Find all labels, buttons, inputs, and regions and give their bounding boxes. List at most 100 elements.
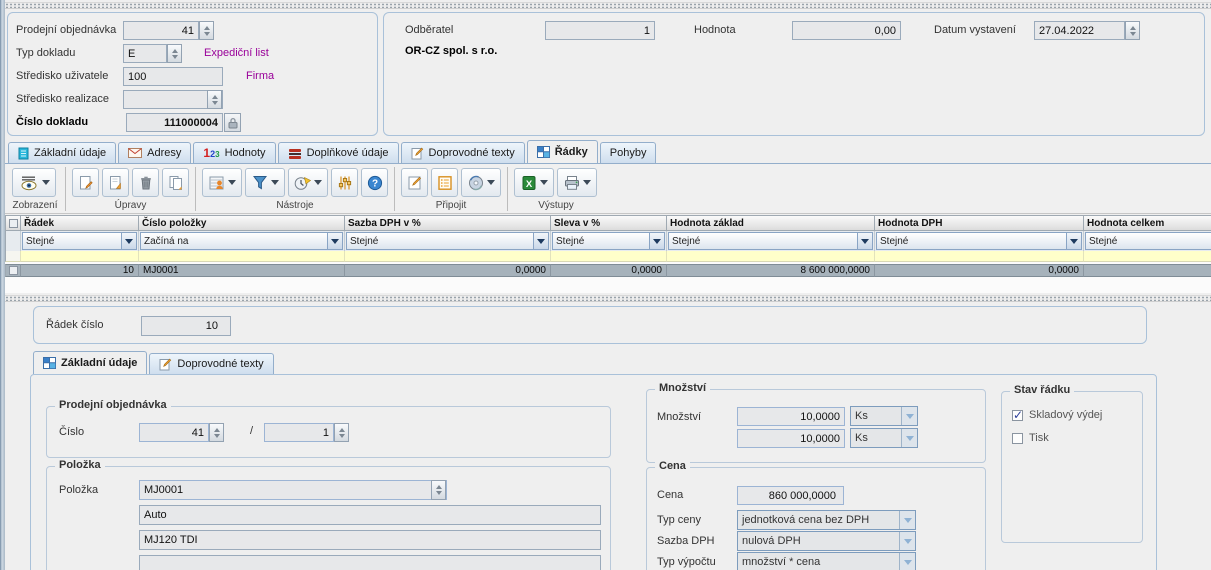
edit-record-button[interactable] <box>102 168 129 197</box>
quantity-field-2[interactable]: 10,0000 <box>737 429 845 448</box>
filter-combo-radek[interactable]: Stejné <box>22 232 137 250</box>
stock-issue-checkbox[interactable] <box>1012 410 1023 421</box>
item-code-spinner[interactable] <box>431 480 446 500</box>
attach-note-button[interactable] <box>401 168 428 197</box>
copy-icon <box>168 175 184 191</box>
cell-sazba-dph[interactable]: 0,0000 <box>345 264 551 277</box>
tab-radky[interactable]: Řádky <box>527 140 598 163</box>
customer-field[interactable]: 1 <box>545 21 655 40</box>
select-all-checkbox[interactable] <box>9 219 18 228</box>
tab-doprovodne-texty[interactable]: Doprovodné texty <box>401 142 525 163</box>
issue-date-spinner[interactable] <box>1125 21 1140 40</box>
stock-issue-checkbox-row[interactable]: Skladový výdej <box>1012 409 1102 421</box>
order-number-spinner[interactable] <box>199 21 214 40</box>
vat-rate-combo[interactable]: nulová DPH <box>737 531 916 551</box>
unit-combo-2[interactable]: Ks <box>850 428 918 448</box>
cell-sleva[interactable]: 0,0000 <box>551 264 667 277</box>
filter-combo-hodnota-zaklad[interactable]: Stejné <box>668 232 873 250</box>
cell-cislo-polozky[interactable]: MJ0001 <box>139 264 345 277</box>
middle-splitter-handle[interactable] <box>5 295 1211 302</box>
order-number-field[interactable]: 41 <box>123 21 199 40</box>
filter-combo-sazba-dph[interactable]: Stejné <box>346 232 549 250</box>
export-excel-button[interactable]: X <box>514 168 554 197</box>
help-button[interactable]: ? <box>361 168 388 197</box>
order-number-detail-spinner[interactable] <box>209 423 224 442</box>
issue-date-field[interactable]: 27.04.2022 <box>1034 21 1125 40</box>
doc-type-spinner[interactable] <box>167 44 182 63</box>
settings-button[interactable] <box>331 168 358 197</box>
new-record-button[interactable] <box>72 168 99 197</box>
detail-tab-zakladni-udaje[interactable]: Základní údaje <box>33 351 147 374</box>
print-button[interactable] <box>557 168 597 197</box>
filter-input-sleva[interactable] <box>551 251 667 262</box>
item-description-field: MJ120 TDI <box>139 530 601 550</box>
filter-combo-cislo-polozky[interactable]: Začíná na <box>140 232 343 250</box>
batch-actions-button[interactable] <box>202 168 242 197</box>
column-header-cislo-polozky[interactable]: Číslo položky <box>139 215 345 231</box>
cell-hodnota-celkem[interactable]: 8 600 000,0000 <box>1084 264 1211 277</box>
row-number-field[interactable]: 10 <box>141 316 231 336</box>
dropdown-arrow-icon[interactable] <box>857 233 872 249</box>
order-number-detail-field[interactable]: 41 <box>139 423 209 442</box>
price-field[interactable]: 860 000,0000 <box>737 486 844 505</box>
attach-media-button[interactable] <box>461 168 501 197</box>
new-record-icon <box>78 175 94 191</box>
dropdown-arrow-icon[interactable] <box>533 233 548 249</box>
print-checkbox-row[interactable]: Tisk <box>1012 432 1049 444</box>
filter-input-hodnota-zaklad[interactable] <box>667 251 875 262</box>
doc-number-field[interactable]: 111000004 <box>126 113 223 132</box>
detail-tab-doprovodne-texty[interactable]: Doprovodné texty <box>149 353 273 374</box>
filter-combo-sleva[interactable]: Stejné <box>552 232 665 250</box>
filter-combo-hodnota-dph[interactable]: Stejné <box>876 232 1082 250</box>
row-select-checkbox[interactable] <box>9 266 18 275</box>
filter-input-radek[interactable] <box>21 251 139 262</box>
column-header-radek[interactable]: Řádek <box>21 215 139 231</box>
delete-record-button[interactable] <box>132 168 159 197</box>
filter-combo-hodnota-celkem[interactable]: Stejné <box>1085 232 1211 250</box>
amount-field[interactable]: 0,00 <box>792 21 901 40</box>
doc-type-field[interactable]: E <box>123 44 167 63</box>
cell-hodnota-dph[interactable]: 0,0000 <box>875 264 1084 277</box>
filter-input-cislo-polozky[interactable] <box>139 251 345 262</box>
tab-adresy[interactable]: Adresy <box>118 142 191 163</box>
dropdown-arrow-icon[interactable] <box>327 233 342 249</box>
cell-radek[interactable]: 10 <box>21 264 139 277</box>
item-groupbox-title: Položka <box>55 459 105 471</box>
user-center-field[interactable]: 100 <box>123 67 223 86</box>
dropdown-arrow-icon[interactable] <box>649 233 664 249</box>
column-header-hodnota-zaklad[interactable]: Hodnota základ <box>667 215 875 231</box>
order-groupbox-title: Prodejní objednávka <box>55 399 171 411</box>
copy-record-button[interactable] <box>162 168 189 197</box>
real-center-spinner[interactable] <box>207 90 222 109</box>
column-header-sleva[interactable]: Sleva v % <box>551 215 667 231</box>
history-refresh-button[interactable] <box>288 168 328 197</box>
calc-type-combo[interactable]: množství * cena <box>737 552 916 570</box>
filter-input-hodnota-celkem[interactable] <box>1084 251 1211 262</box>
unit-combo-1[interactable]: Ks <box>850 406 918 426</box>
table-data-row[interactable]: 10 MJ0001 0,0000 0,0000 8 600 000,0000 0… <box>5 264 1211 277</box>
column-header-sazba-dph[interactable]: Sazba DPH v % <box>345 215 551 231</box>
column-header-hodnota-celkem[interactable]: Hodnota celkem <box>1084 215 1211 231</box>
dropdown-arrow-icon[interactable] <box>121 233 136 249</box>
filter-input-sazba-dph[interactable] <box>345 251 551 262</box>
filter-input-hodnota-dph[interactable] <box>875 251 1084 262</box>
cell-hodnota-zaklad[interactable]: 8 600 000,0000 <box>667 264 875 277</box>
price-type-combo[interactable]: jednotková cena bez DPH <box>737 510 916 530</box>
doc-number-lock-button[interactable] <box>224 113 241 132</box>
suborder-number-spinner[interactable] <box>334 423 349 442</box>
dropdown-arrow-icon[interactable] <box>1066 233 1081 249</box>
tab-pohyby[interactable]: Pohyby <box>600 142 657 163</box>
view-options-button[interactable] <box>12 168 56 197</box>
tab-doplnkove-udaje[interactable]: Doplňkové údaje <box>278 142 399 163</box>
attach-list-button[interactable] <box>431 168 458 197</box>
suborder-number-field[interactable]: 1 <box>264 423 334 442</box>
quantity-field-1[interactable]: 10,0000 <box>737 407 845 426</box>
top-splitter-handle[interactable] <box>5 2 1211 9</box>
column-header-hodnota-dph[interactable]: Hodnota DPH <box>875 215 1084 231</box>
print-checkbox[interactable] <box>1012 433 1023 444</box>
filter-button[interactable] <box>245 168 285 197</box>
tab-hodnoty[interactable]: 123 Hodnoty <box>193 142 275 163</box>
tab-zakladni-udaje[interactable]: Základní údaje <box>8 142 116 163</box>
item-code-field[interactable]: MJ0001 <box>139 480 447 500</box>
select-all-cell[interactable] <box>5 215 21 231</box>
